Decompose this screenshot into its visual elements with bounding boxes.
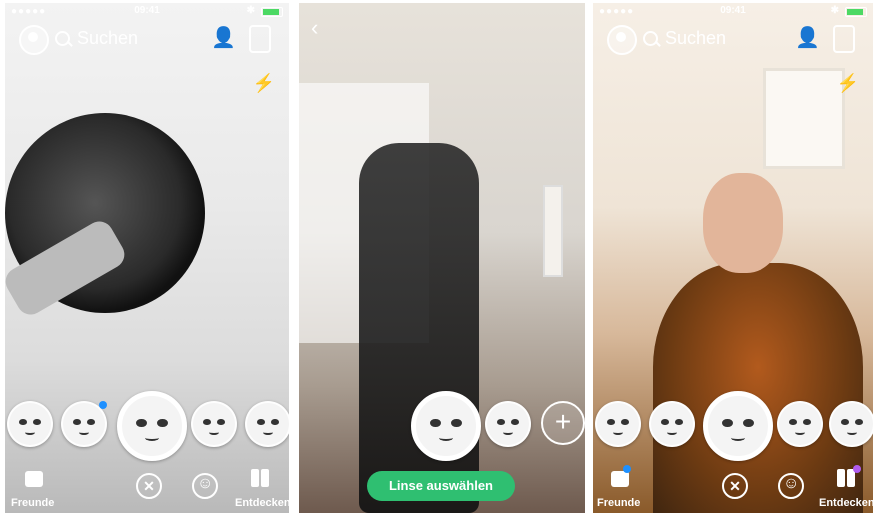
search-icon[interactable] [55,31,70,46]
lens-option[interactable] [7,401,53,447]
friends-label[interactable]: Freunde [11,497,54,509]
search-label[interactable]: Suchen [77,28,138,49]
chat-icon[interactable] [611,471,629,487]
active-lens[interactable] [411,391,481,461]
friends-label[interactable]: Freunde [597,497,640,509]
profile-avatar[interactable] [607,25,637,55]
add-friend-icon[interactable]: 👤 [795,28,820,48]
close-lens-button[interactable]: ✕ [136,473,162,499]
lens-option[interactable] [777,401,823,447]
wall-frame [543,185,563,277]
lens-option[interactable] [649,401,695,447]
guitarist-photo-area [653,263,863,513]
wall-picture [763,68,845,169]
discover-icon[interactable] [837,469,855,487]
chat-notification-dot [623,465,631,473]
new-lens-dot [99,401,107,409]
back-icon[interactable]: ‹ [311,15,318,41]
discover-label[interactable]: Entdecken [819,497,873,509]
face-swap-icon[interactable] [778,473,804,499]
lens-option[interactable] [245,401,289,447]
face-swap-icon[interactable] [192,473,218,499]
bluetooth-icon: ✱ [246,5,255,16]
discover-notification-dot [853,465,861,473]
add-lens-button[interactable]: + [541,401,585,445]
active-lens[interactable] [117,391,187,461]
add-friend-icon[interactable]: 👤 [211,28,236,48]
phone-screen-3: ●●●●● 09:41 ✱ Suchen 👤 ⚡ Freunde ✕ Entde… [593,3,873,513]
active-lens[interactable] [703,391,773,461]
discover-icon[interactable] [251,469,269,487]
profile-avatar[interactable] [19,25,49,55]
status-bar: ●●●●● 09:41 ✱ [5,3,289,19]
status-bar: ●●●●● 09:41 ✱ [593,3,873,19]
camera-flip-icon[interactable] [249,25,271,53]
flash-off-icon[interactable]: ⚡ [837,73,859,94]
lens-option[interactable] [191,401,237,447]
select-lens-button[interactable]: Linse auswählen [367,471,515,501]
phone-screen-2: ‹ + Linse auswählen [299,3,585,513]
discover-label[interactable]: Entdecken [235,497,289,509]
close-lens-button[interactable]: ✕ [722,473,748,499]
chat-icon[interactable] [25,471,43,487]
battery-icon [845,7,867,17]
bluetooth-icon: ✱ [830,5,839,16]
top-bar: Suchen 👤 [15,25,279,55]
top-bar: Suchen 👤 [603,25,863,55]
search-icon[interactable] [643,31,658,46]
phone-screen-1: ●●●●● 09:41 ✱ Suchen 👤 ⚡ Freunde ✕ Entde… [5,3,289,513]
battery-icon [261,7,283,17]
lens-option[interactable] [485,401,531,447]
search-label[interactable]: Suchen [665,28,726,49]
lens-option[interactable] [829,401,873,447]
guitarist-head [703,173,783,273]
lens-option[interactable] [595,401,641,447]
flash-off-icon[interactable]: ⚡ [253,73,275,94]
camera-flip-icon[interactable] [833,25,855,53]
